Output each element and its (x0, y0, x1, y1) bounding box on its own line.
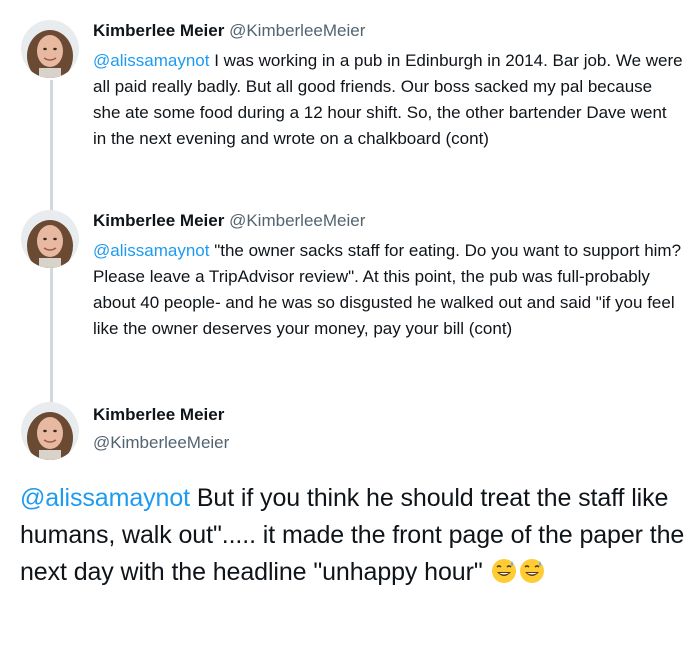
main-tweet-text: @alissamaynot But if you think he should… (20, 480, 690, 591)
grinning-sweat-emoji-icon (491, 558, 517, 584)
tweet-header: Kimberlee Meier @KimberleeMeier (93, 20, 683, 42)
avatar[interactable] (21, 210, 79, 268)
mention-link[interactable]: @alissamaynot (20, 484, 190, 512)
author-handle[interactable]: @KimberleeMeier (229, 211, 365, 230)
thread-tweet-2[interactable]: Kimberlee Meier @KimberleeMeier @alissam… (93, 210, 683, 342)
tweet-header: Kimberlee Meier @KimberleeMeier (93, 210, 683, 232)
mention-link[interactable]: @alissamaynot (93, 241, 209, 260)
thread-tweet-1[interactable]: Kimberlee Meier @KimberleeMeier @alissam… (93, 20, 683, 152)
mention-link[interactable]: @alissamaynot (93, 51, 209, 70)
author-name[interactable]: Kimberlee Meier (93, 211, 224, 230)
avatar[interactable] (21, 402, 79, 460)
grinning-sweat-emoji-icon (519, 558, 545, 584)
author-name[interactable]: Kimberlee Meier (93, 21, 224, 40)
tweet-text: @alissamaynot "the owner sacks staff for… (93, 238, 683, 342)
main-author-name[interactable]: Kimberlee Meier (93, 405, 224, 425)
tweet-text: @alissamaynot I was working in a pub in … (93, 48, 683, 152)
main-author-handle[interactable]: @KimberleeMeier (93, 433, 229, 453)
author-handle[interactable]: @KimberleeMeier (229, 21, 365, 40)
avatar[interactable] (21, 20, 79, 78)
